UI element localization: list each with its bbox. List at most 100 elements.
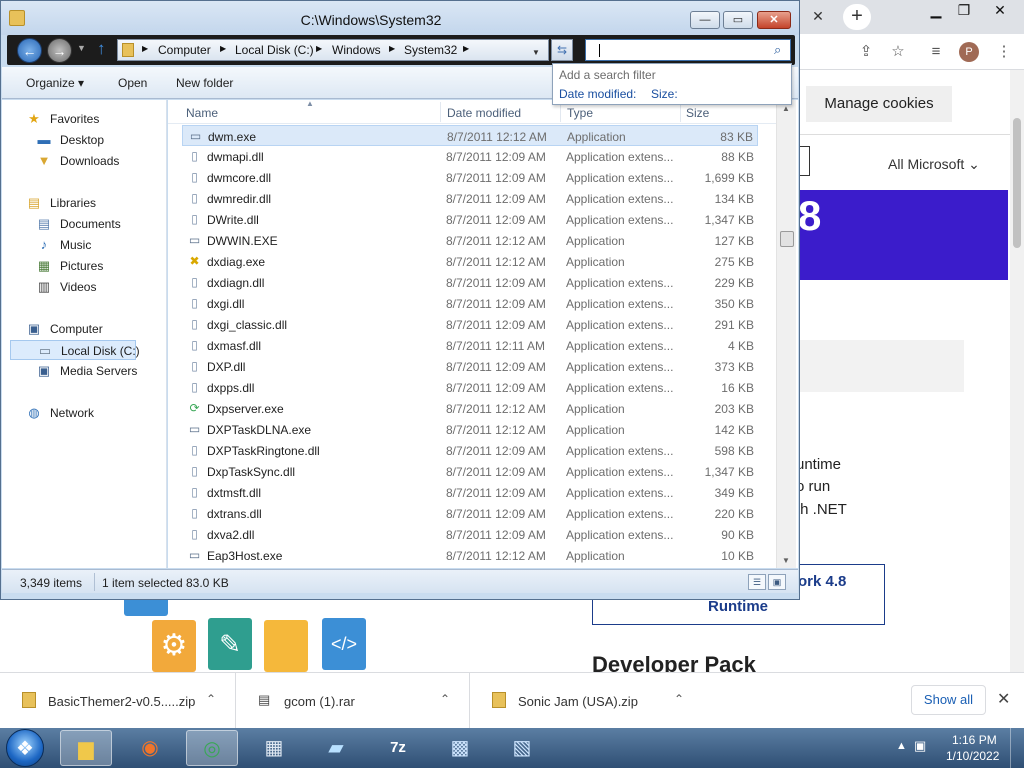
search-input[interactable] (586, 40, 770, 60)
show-desktop-button[interactable] (1010, 728, 1024, 768)
chevron-up-icon[interactable]: ⌃ (206, 692, 216, 706)
show-all-button[interactable]: Show all (911, 685, 986, 715)
recent-pages-icon[interactable]: ▼ (77, 43, 86, 53)
chevron-up-icon[interactable]: ⌃ (674, 692, 684, 706)
file-row[interactable]: ▯ DxpTaskSync.dll 8/7/2011 12:09 AM Applica… (182, 461, 758, 482)
file-row[interactable]: ▯ DXPTaskRingtone.dll 8/7/2011 12:09 AM App… (182, 440, 758, 461)
nav-item[interactable]: ▦ Pictures (2, 256, 167, 276)
column-separator[interactable] (680, 102, 681, 122)
browser-close-button[interactable]: ✕ (986, 2, 1014, 22)
notepad-taskbar-button[interactable]: ▰ (310, 730, 362, 766)
file-list-scrollbar[interactable]: ▲ ▼ (776, 100, 796, 568)
nav-item[interactable]: ▤ Documents (2, 214, 167, 234)
file-row[interactable]: ▯ dxgi.dll 8/7/2011 12:09 AM Application ex… (182, 293, 758, 314)
clock-date[interactable]: 1/10/2022 (946, 749, 999, 763)
close-icon[interactable]: ✕ (997, 689, 1010, 709)
nav-item[interactable]: ♪ Music (2, 235, 167, 255)
file-row[interactable]: ▭ dwm.exe 8/7/2011 12:12 AM Application 83 K… (182, 125, 758, 146)
new-folder-button[interactable]: New folder (176, 76, 233, 90)
chevron-up-icon[interactable]: ⌃ (440, 692, 450, 706)
nav-item[interactable]: ▼ Downloads (2, 151, 167, 171)
column-header-size[interactable]: Size (686, 106, 709, 120)
clock-time[interactable]: 1:16 PM (952, 733, 997, 747)
file-row[interactable]: ▯ dxpps.dll 8/7/2011 12:09 AM Application e… (182, 377, 758, 398)
search-box[interactable]: ⌕ (585, 39, 791, 61)
nav-item[interactable]: ▣ Media Servers (2, 361, 167, 381)
start-button[interactable] (6, 729, 44, 767)
address-history-icon[interactable]: ▼ (532, 48, 540, 57)
file-row[interactable]: ▯ dwmapi.dll 8/7/2011 12:09 AM Application … (182, 146, 758, 167)
breadcrumb-arrow-icon[interactable]: ▶ (389, 44, 395, 53)
profile-avatar[interactable]: P (959, 42, 979, 62)
nav-item[interactable]: ▭ Local Disk (C:) (10, 340, 140, 360)
file-row[interactable]: ▯ dwmredir.dll 8/7/2011 12:09 AM Applicatio… (182, 188, 758, 209)
page-scrollbar[interactable] (1010, 70, 1024, 672)
firefox-taskbar-button[interactable]: ◉ (124, 730, 176, 766)
column-separator[interactable] (560, 102, 561, 122)
filter-date-modified[interactable]: Date modified: (559, 87, 636, 101)
column-header-type[interactable]: Type (567, 106, 593, 120)
breadcrumb-local-disk[interactable]: Local Disk (C:) (235, 43, 314, 57)
explorer-taskbar-button[interactable]: ▆ (60, 730, 112, 766)
file-row[interactable]: ✖ dxdiag.exe 8/7/2011 12:12 AM Application 2… (182, 251, 758, 272)
organize-button[interactable]: Organize ▾ (26, 76, 84, 90)
browser-menu-icon[interactable]: ⋮ (994, 42, 1014, 62)
monitor-taskbar-button[interactable]: ▧ (496, 730, 548, 766)
file-row[interactable]: ▯ DXP.dll 8/7/2011 12:09 AM Application ext… (182, 356, 758, 377)
nav-item[interactable]: ▣ Computer (2, 319, 167, 339)
nav-item[interactable]: ◍ Network (2, 403, 167, 423)
scroll-up-icon[interactable]: ▲ (782, 104, 790, 113)
details-view-button[interactable]: ☰ (748, 574, 766, 590)
tab-close-icon[interactable]: ✕ (808, 8, 828, 26)
network-icon[interactable]: ▣ (914, 738, 926, 754)
7zip-taskbar-button[interactable]: 7z (372, 730, 424, 766)
file-row[interactable]: ▯ dxtrans.dll 8/7/2011 12:09 AM Application… (182, 503, 758, 524)
file-row[interactable]: ▯ DWrite.dll 8/7/2011 12:09 AM Application … (182, 209, 758, 230)
close-button[interactable]: ✕ (757, 11, 791, 29)
file-row[interactable]: ⟳ Dxpserver.exe 8/7/2011 12:12 AM Applicati… (182, 398, 758, 419)
open-button[interactable]: Open (118, 76, 147, 90)
address-bar[interactable]: ▶ Computer ▶ Local Disk (C:) ▶ Windows ▶… (117, 39, 549, 61)
file-row[interactable]: ▯ dxdiagn.dll 8/7/2011 12:09 AM Application… (182, 272, 758, 293)
app-taskbar-button[interactable]: ▦ (248, 730, 300, 766)
file-row[interactable]: ▭ DWWIN.EXE 8/7/2011 12:12 AM Application 12… (182, 230, 758, 251)
share-icon[interactable]: ⇪ (856, 42, 876, 62)
chrome-taskbar-button[interactable]: ◎ (186, 730, 238, 766)
breadcrumb-arrow-icon[interactable]: ▶ (220, 44, 226, 53)
breadcrumb-system32[interactable]: System32 (404, 43, 457, 57)
manage-cookies-button[interactable]: Manage cookies (806, 86, 952, 122)
file-row[interactable]: ▯ dxmasf.dll 8/7/2011 12:11 AM Application … (182, 335, 758, 356)
explorer-titlebar[interactable]: C:\Windows\System32 — ▭ ✕ (1, 1, 799, 35)
file-row[interactable]: ▭ DXPTaskDLNA.exe 8/7/2011 12:12 AM Applica… (182, 419, 758, 440)
breadcrumb-computer[interactable]: Computer (158, 43, 211, 57)
scroll-thumb[interactable] (780, 231, 794, 247)
nav-item[interactable]: ▤ Libraries (2, 193, 167, 213)
maximize-button[interactable]: ▭ (723, 11, 753, 29)
column-separator[interactable] (440, 102, 441, 122)
breadcrumb-arrow-icon[interactable]: ▶ (463, 44, 469, 53)
file-row[interactable]: ▯ dxtmsft.dll 8/7/2011 12:09 AM Application… (182, 482, 758, 503)
search-icon[interactable]: ⌕ (774, 42, 781, 58)
nav-item[interactable]: ▥ Videos (2, 277, 167, 297)
minimize-button[interactable]: — (690, 11, 720, 29)
forward-button[interactable]: → (47, 38, 72, 63)
new-tab-button[interactable]: + (843, 4, 871, 30)
breadcrumb-arrow-icon[interactable]: ▶ (142, 44, 148, 53)
download-item[interactable]: ▤ gcom (1).rar ⌃ (236, 673, 470, 729)
back-button[interactable]: ← (17, 38, 42, 63)
tray-expand-icon[interactable]: ▲ (896, 740, 907, 752)
browser-restore-button[interactable]: ❐ (950, 2, 978, 22)
nav-item[interactable]: ★ Favorites (2, 109, 167, 129)
column-header-name[interactable]: Name (186, 106, 218, 120)
nav-item[interactable]: ▬ Desktop (2, 130, 167, 150)
breadcrumb-windows[interactable]: Windows (332, 43, 381, 57)
scroll-down-icon[interactable]: ▼ (782, 556, 790, 565)
control-panel-taskbar-button[interactable]: ▩ (434, 730, 486, 766)
refresh-icon[interactable]: ⇆ (551, 39, 573, 61)
download-item[interactable]: BasicThemer2-v0.5.....zip ⌃ (0, 673, 236, 729)
file-row[interactable]: ▯ dxgi_classic.dll 8/7/2011 12:09 AM Applic… (182, 314, 758, 335)
thumbnail-view-button[interactable]: ▣ (768, 574, 786, 590)
bookmark-star-icon[interactable]: ☆ (888, 42, 908, 62)
column-header-date[interactable]: Date modified (447, 106, 521, 120)
breadcrumb-arrow-icon[interactable]: ▶ (316, 44, 322, 53)
